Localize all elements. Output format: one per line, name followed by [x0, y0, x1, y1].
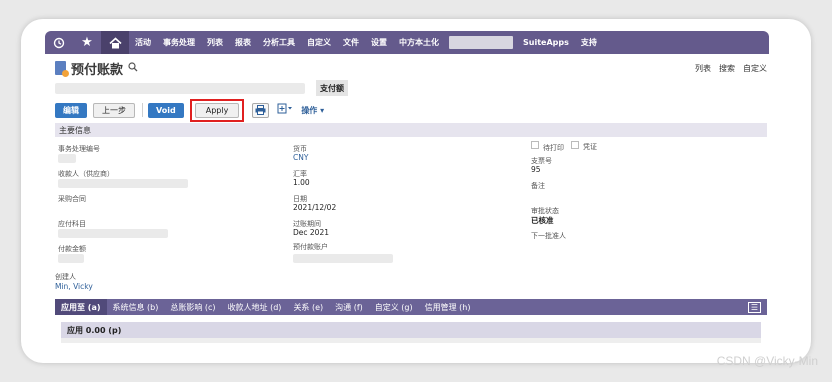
- actions-menu-label: 操作: [301, 105, 318, 115]
- tab-relationships[interactable]: 关系 (e): [287, 299, 329, 315]
- voucher-checkbox[interactable]: [571, 141, 579, 149]
- list-link[interactable]: 列表: [695, 63, 711, 74]
- tab-gl-impact[interactable]: 总账影响 (c): [164, 299, 221, 315]
- tab-apply[interactable]: 应用至 (a): [55, 299, 107, 315]
- payable-account-label: 应付科目: [58, 220, 86, 228]
- action-toolbar: 编辑 上一步 Void Apply 操作 ▾: [55, 98, 767, 122]
- nav-item-analytics[interactable]: 分析工具: [257, 37, 301, 48]
- applied-section-header[interactable]: 应用 0.00 (p): [61, 322, 761, 338]
- tab-communication[interactable]: 沟通 (f): [329, 299, 369, 315]
- screenshot-frame: ★ 活动 事务处理 列表 报表 分析工具 自定义 文件 设置 中方本土化 Sui…: [21, 19, 811, 363]
- redacted-record-name: [55, 83, 305, 94]
- nav-item-china-localization[interactable]: 中方本土化: [393, 37, 445, 48]
- toolbar-divider: [142, 103, 143, 117]
- home-icon[interactable]: [101, 31, 129, 54]
- page-top-links: 列表 搜索 自定义: [695, 63, 767, 74]
- nav-item-documents[interactable]: 文件: [337, 37, 365, 48]
- applied-section-body: [61, 338, 761, 343]
- nav-item-activities[interactable]: 活动: [129, 37, 157, 48]
- date-value: 2021/12/02: [293, 203, 337, 212]
- main-info-fields: 事务处理编号 收款人（供应商） 采购合同 应付科目 付款金额 创建人 Min, …: [55, 141, 767, 301]
- apply-button[interactable]: Apply: [194, 102, 240, 118]
- void-button[interactable]: Void: [148, 102, 184, 118]
- nav-item-setup[interactable]: 设置: [365, 37, 393, 48]
- clock-icon[interactable]: [45, 31, 73, 54]
- voucher-label: 凭证: [583, 143, 597, 151]
- tab-credit-management[interactable]: 信用管理 (h): [419, 299, 477, 315]
- chevron-down-icon: ▾: [320, 105, 325, 115]
- nav-item-lists[interactable]: 列表: [201, 37, 229, 48]
- tab-custom[interactable]: 自定义 (g): [369, 299, 419, 315]
- page-title: 预付账款: [71, 62, 124, 78]
- purchase-contract-label: 采购合同: [58, 195, 86, 203]
- tab-system-info[interactable]: 系统信息 (b): [107, 299, 165, 315]
- nav-item-reports[interactable]: 报表: [229, 37, 257, 48]
- record-summary-row: 支付额: [55, 80, 767, 96]
- redacted-transaction-number: [58, 154, 76, 163]
- next-approver-label: 下一批准人: [531, 232, 566, 240]
- exchange-rate-value: 1.00: [293, 178, 310, 187]
- prepayment-record-icon: [55, 61, 69, 77]
- apply-button-highlight: Apply: [189, 98, 245, 122]
- top-navigation-bar: ★ 活动 事务处理 列表 报表 分析工具 自定义 文件 设置 中方本土化 Sui…: [45, 31, 769, 54]
- print-icon[interactable]: [252, 102, 270, 118]
- creator-value[interactable]: Min, Vicky: [55, 282, 93, 291]
- payment-amount-field-label: 付款金额: [58, 245, 86, 253]
- prepayment-account-label: 预付款账户: [293, 243, 328, 251]
- customize-link[interactable]: 自定义: [743, 63, 767, 74]
- search-icon[interactable]: [128, 61, 138, 75]
- edit-button[interactable]: 编辑: [55, 102, 87, 118]
- currency-value[interactable]: CNY: [293, 153, 308, 162]
- nav-item-transactions[interactable]: 事务处理: [157, 37, 201, 48]
- layout-toggle-icon[interactable]: ☰: [748, 301, 761, 313]
- attach-menu-icon[interactable]: [277, 103, 293, 117]
- to-print-checkbox[interactable]: [531, 141, 539, 149]
- memo-label: 备注: [531, 182, 545, 190]
- posting-period-value: Dec 2021: [293, 228, 329, 237]
- redacted-payable-account: [58, 229, 168, 238]
- nav-item-support[interactable]: 支持: [575, 37, 603, 48]
- redacted-payment-amount: [58, 254, 84, 263]
- nav-item-suiteapps[interactable]: SuiteApps: [517, 38, 575, 47]
- section-title: 主要信息: [59, 125, 91, 135]
- approval-status-value: 已核准: [531, 216, 554, 225]
- search-link[interactable]: 搜索: [719, 63, 735, 74]
- tab-payee-address[interactable]: 收款人地址 (d): [222, 299, 288, 315]
- payment-amount-label: 支付额: [316, 80, 348, 96]
- redacted-nav-item[interactable]: [449, 36, 513, 49]
- nav-item-customization[interactable]: 自定义: [301, 37, 337, 48]
- back-button[interactable]: 上一步: [93, 102, 135, 118]
- redacted-payee: [58, 179, 188, 188]
- creator-label: 创建人: [55, 273, 76, 281]
- to-print-label: 待打印: [543, 144, 564, 152]
- subtab-bar: 应用至 (a) 系统信息 (b) 总账影响 (c) 收款人地址 (d) 关系 (…: [55, 299, 767, 315]
- main-info-section-header[interactable]: 主要信息: [55, 123, 767, 137]
- payee-label: 收款人（供应商）: [58, 170, 114, 178]
- check-number-value: 95: [531, 165, 541, 174]
- star-icon[interactable]: ★: [73, 31, 101, 54]
- actions-menu-button[interactable]: 操作 ▾: [301, 105, 324, 116]
- page-header: 预付账款 列表 搜索 自定义: [55, 59, 767, 78]
- transaction-number-label: 事务处理编号: [58, 145, 100, 153]
- redacted-prepayment-account: [293, 254, 393, 263]
- watermark: CSDN @Vicky-Min: [716, 354, 818, 368]
